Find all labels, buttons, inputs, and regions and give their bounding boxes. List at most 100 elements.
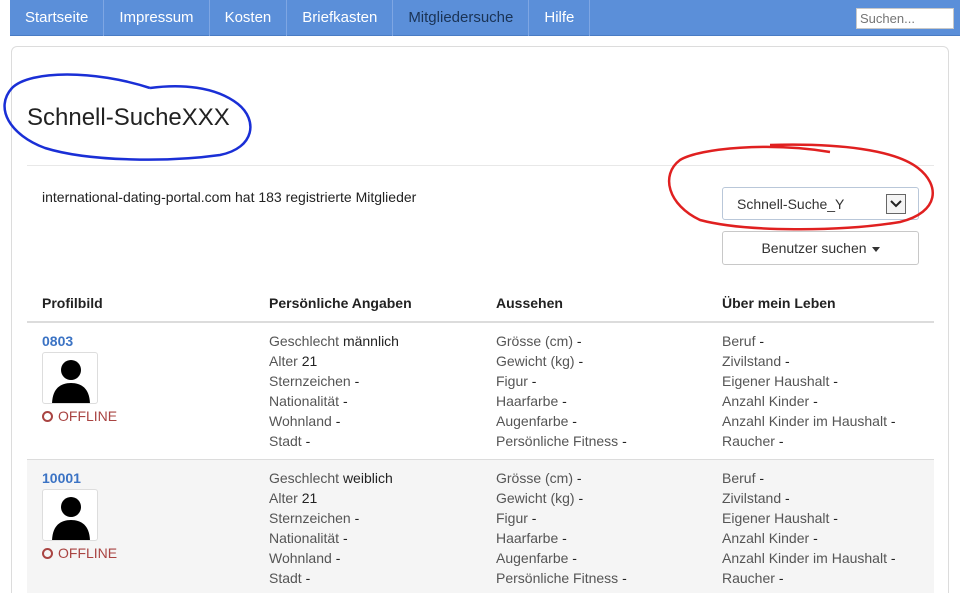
- field-value: -: [305, 433, 311, 449]
- field-value: -: [578, 490, 584, 506]
- table-row: 10001 OFFLINE Geschlecht weiblich Alter …: [27, 460, 934, 593]
- status-badge: OFFLINE: [42, 408, 117, 424]
- column-header-profilbild: Profilbild: [42, 295, 103, 311]
- field-value: -: [785, 490, 790, 506]
- avatar[interactable]: [42, 489, 98, 541]
- offline-circle-icon: [42, 547, 53, 559]
- field-value: -: [342, 530, 348, 546]
- field-label: Eigener Haushalt: [722, 373, 830, 389]
- field-value: -: [578, 353, 584, 369]
- field-label: Anzahl Kinder im Haushalt: [722, 413, 887, 429]
- nav-item-hilfe[interactable]: Hilfe: [529, 0, 591, 36]
- field-value: -: [813, 393, 818, 409]
- user-silhouette-icon: [52, 497, 90, 540]
- table-row: 0803 OFFLINE Geschlecht männlich Alter 2…: [27, 323, 934, 460]
- life-column: Beruf - Zivilstand - Eigener Haushalt - …: [722, 331, 896, 451]
- page-title: Schnell-SucheXXX: [27, 104, 230, 131]
- member-count-text: international-dating-portal.com hat 183 …: [42, 189, 417, 205]
- title-divider: [27, 165, 934, 166]
- field-value: -: [759, 470, 765, 486]
- field-label: Zivilstand: [722, 490, 782, 506]
- field-value: -: [354, 373, 360, 389]
- field-value: -: [833, 510, 838, 526]
- field-label: Anzahl Kinder: [722, 530, 810, 546]
- status-text: OFFLINE: [58, 545, 118, 561]
- field-value: -: [572, 550, 577, 566]
- field-label: Figur: [496, 373, 528, 389]
- field-value: -: [531, 373, 537, 389]
- field-label: Zivilstand: [722, 353, 782, 369]
- looks-column: Grösse (cm) - Gewicht (kg) - Figur - Haa…: [496, 468, 627, 588]
- personal-info-column: Geschlecht weiblich Alter 21 Sternzeiche…: [269, 468, 393, 588]
- field-label: Alter: [269, 353, 298, 369]
- field-value: -: [342, 393, 348, 409]
- field-label: Gewicht (kg): [496, 490, 575, 506]
- user-search-button[interactable]: Benutzer suchen: [722, 231, 919, 265]
- field-value: -: [305, 570, 311, 586]
- avatar[interactable]: [42, 352, 98, 404]
- field-value: -: [335, 413, 341, 429]
- field-value: -: [759, 333, 765, 349]
- field-value: -: [572, 413, 577, 429]
- column-header-persoenliche-angaben: Persönliche Angaben: [269, 295, 412, 311]
- field-value: -: [622, 433, 627, 449]
- nav-item-impressum[interactable]: Impressum: [104, 0, 210, 36]
- field-value: -: [890, 413, 896, 429]
- field-label: Geschlecht: [269, 470, 340, 486]
- field-value: -: [531, 510, 537, 526]
- field-label: Eigener Haushalt: [722, 510, 830, 526]
- field-label: Beruf: [722, 470, 756, 486]
- field-label: Haarfarbe: [496, 393, 559, 409]
- field-value: weiblich: [342, 470, 393, 486]
- field-value: -: [562, 393, 567, 409]
- field-label: Stadt: [269, 570, 302, 586]
- field-label: Augenfarbe: [496, 550, 569, 566]
- field-label: Figur: [496, 510, 528, 526]
- quick-search-select[interactable]: Schnell-Suche_Y: [722, 187, 919, 220]
- nav-menu: Startseite Impressum Kosten Briefkasten …: [10, 0, 960, 36]
- looks-column: Grösse (cm) - Gewicht (kg) - Figur - Haa…: [496, 331, 627, 451]
- nav-item-kosten[interactable]: Kosten: [210, 0, 288, 36]
- field-label: Sternzeichen: [269, 373, 351, 389]
- nav-item-mitgliedersuche[interactable]: Mitgliedersuche: [393, 0, 530, 36]
- field-label: Persönliche Fitness: [496, 433, 619, 449]
- field-value: -: [354, 510, 360, 526]
- field-label: Stadt: [269, 433, 302, 449]
- field-value: 21: [301, 490, 318, 506]
- status-badge: OFFLINE: [42, 545, 117, 561]
- field-label: Augenfarbe: [496, 413, 569, 429]
- nav-item-startseite[interactable]: Startseite: [10, 0, 105, 36]
- column-header-ueber-mein-leben: Über mein Leben: [722, 295, 836, 311]
- field-value: -: [813, 530, 818, 546]
- field-value: -: [833, 373, 838, 389]
- status-text: OFFLINE: [58, 408, 118, 424]
- field-value: -: [778, 570, 784, 586]
- column-header-aussehen: Aussehen: [496, 295, 563, 311]
- field-label: Nationalität: [269, 393, 340, 409]
- life-column: Beruf - Zivilstand - Eigener Haushalt - …: [722, 468, 896, 588]
- field-value: -: [622, 570, 627, 586]
- field-label: Grösse (cm): [496, 470, 573, 486]
- field-value: -: [785, 353, 790, 369]
- field-label: Nationalität: [269, 530, 340, 546]
- field-label: Alter: [269, 490, 298, 506]
- field-value: männlich: [342, 333, 399, 349]
- user-search-button-label: Benutzer suchen: [761, 240, 867, 256]
- chevron-down-icon[interactable]: [886, 194, 906, 214]
- member-id-link[interactable]: 0803: [42, 333, 73, 349]
- personal-info-column: Geschlecht männlich Alter 21 Sternzeiche…: [269, 331, 399, 451]
- field-value: -: [576, 333, 582, 349]
- search-input[interactable]: [856, 8, 954, 29]
- field-label: Raucher: [722, 570, 775, 586]
- field-label: Wohnland: [269, 550, 332, 566]
- field-label: Wohnland: [269, 413, 332, 429]
- field-value: -: [576, 470, 582, 486]
- field-label: Persönliche Fitness: [496, 570, 619, 586]
- member-id-link[interactable]: 10001: [42, 470, 81, 486]
- field-label: Grösse (cm): [496, 333, 573, 349]
- field-value: -: [890, 550, 896, 566]
- field-value: -: [335, 550, 341, 566]
- quick-search-select-value: Schnell-Suche_Y: [737, 196, 845, 212]
- nav-item-briefkasten[interactable]: Briefkasten: [287, 0, 394, 36]
- field-value: -: [778, 433, 784, 449]
